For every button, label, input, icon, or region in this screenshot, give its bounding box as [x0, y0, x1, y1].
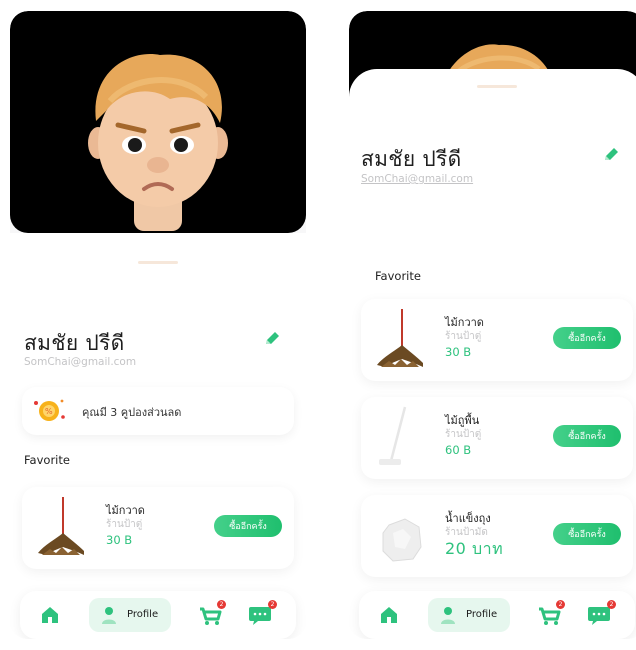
avatar: [10, 11, 306, 233]
nav-profile-tab[interactable]: Profile: [428, 598, 510, 632]
rebuy-button[interactable]: ซื้ออีกครั้ง: [214, 515, 282, 537]
profile-sheet: สมชัย ปรีดี SomChai@gmail.com % คุณมี 3 …: [10, 233, 306, 639]
profile-screen: สมชัย ปรีดี SomChai@gmail.com % คุณมี 3 …: [10, 11, 306, 639]
favorite-item-shop: ร้านป้าตู่: [445, 331, 482, 342]
ice-bag-icon: [375, 503, 425, 569]
sheet-grabber[interactable]: [138, 261, 178, 264]
bottom-nav: Profile 2 2: [359, 591, 635, 639]
favorite-title: Favorite: [375, 269, 421, 283]
coupon-text: คุณมี 3 คูปองส่วนลด: [82, 406, 182, 419]
rebuy-button[interactable]: ซื้ออีกครั้ง: [553, 523, 621, 545]
chat-badge: 2: [268, 600, 277, 609]
profile-icon: [101, 606, 117, 624]
nav-profile-tab[interactable]: Profile: [89, 598, 171, 632]
sheet-grabber[interactable]: [477, 85, 517, 88]
profile-screen-scrolled: สมชัย ปรีดี SomChai@gmail.com Favorite ไ…: [349, 11, 636, 639]
chat-badge: 2: [607, 600, 616, 609]
profile-sheet: สมชัย ปรีดี SomChai@gmail.com Favorite ไ…: [349, 69, 636, 639]
coupon-card[interactable]: % คุณมี 3 คูปองส่วนลด: [22, 387, 294, 435]
home-icon[interactable]: [40, 605, 60, 625]
cart-badge: 2: [217, 600, 226, 609]
favorite-item-price: 30 B: [445, 345, 472, 359]
profile-name: สมชัย ปรีดี: [361, 147, 462, 171]
svg-text:%: %: [45, 407, 53, 416]
mop-icon: [375, 405, 425, 471]
favorite-item-shop: ร้านป้าตู่: [106, 519, 143, 530]
favorite-title: Favorite: [24, 453, 70, 467]
favorite-item-price: 60 B: [445, 443, 472, 457]
favorite-item[interactable]: ไม้กวาด ร้านป้าตู่ 30 B ซื้ออีกครั้ง: [22, 487, 294, 569]
discount-coupon-icon: %: [34, 399, 65, 421]
edit-profile-icon[interactable]: [601, 145, 621, 165]
rebuy-button[interactable]: ซื้ออีกครั้ง: [553, 425, 621, 447]
nav-profile-label: Profile: [127, 609, 159, 620]
profile-email: SomChai@gmail.com: [24, 356, 137, 368]
favorite-item-price: 20 บาท: [445, 539, 504, 558]
rebuy-button[interactable]: ซื้ออีกครั้ง: [553, 327, 621, 349]
favorite-item[interactable]: ไม้ถูพื้น ร้านป้าตู่ 60 B ซื้ออีกครั้ง: [361, 397, 633, 479]
nav-profile-label: Profile: [466, 609, 498, 620]
profile-icon: [440, 606, 456, 624]
profile-email: SomChai@gmail.com: [361, 173, 474, 185]
bottom-nav: Profile 2 2: [20, 591, 296, 639]
favorite-item-price: 30 B: [106, 533, 133, 547]
favorite-item-shop: ร้านป้าตู่: [445, 429, 482, 440]
cart-badge: 2: [556, 600, 565, 609]
memoji-avatar-image: [88, 54, 228, 231]
favorite-item[interactable]: ไม้กวาด ร้านป้าตู่ 30 B ซื้ออีกครั้ง: [361, 299, 633, 381]
home-icon[interactable]: [379, 605, 399, 625]
broom-icon: [375, 307, 425, 373]
broom-icon: [36, 495, 86, 561]
edit-profile-icon[interactable]: [262, 329, 282, 349]
favorite-item[interactable]: น้ำแข็งถุง ร้านป้ามัด 20 บาท ซื้ออีกครั้…: [361, 495, 633, 577]
